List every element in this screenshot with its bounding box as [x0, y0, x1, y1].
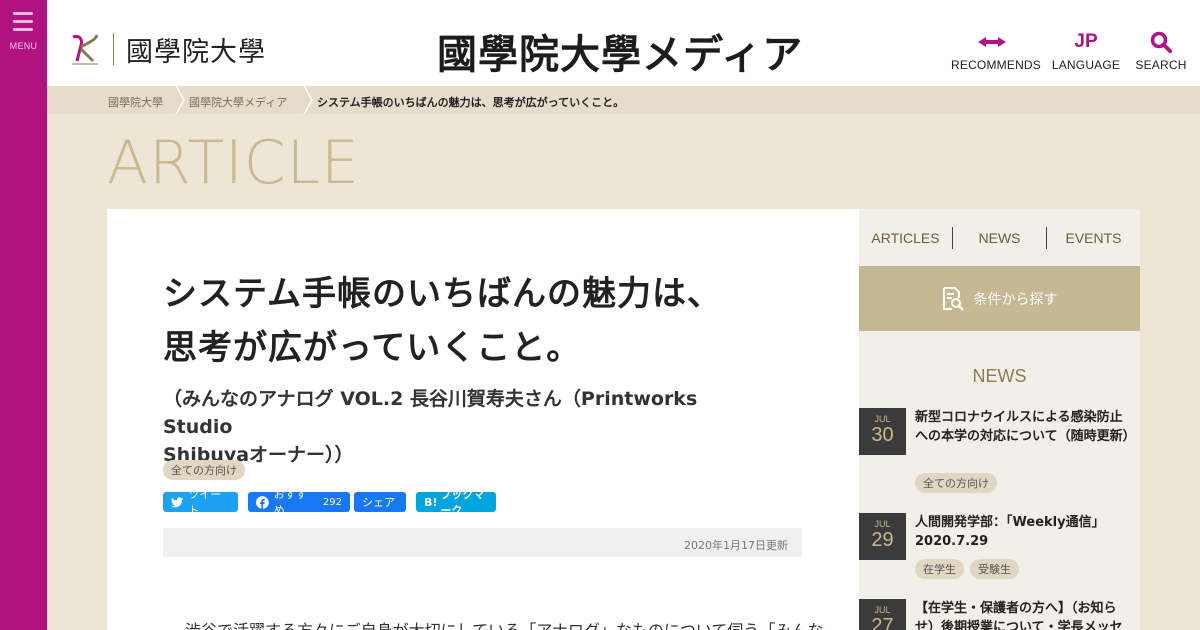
document-search-icon: [942, 286, 964, 311]
news-heading: NEWS: [972, 366, 1027, 386]
news-text: 【在学生・保護者の方へ】（お知らせ）後期授業について・学長メッセージ: [915, 601, 1123, 630]
article-card: システム手帳のいちばんの魅力は、 思考が広がっていくこと。 （みんなのアナログ …: [107, 209, 859, 630]
breadcrumb-current: システム手帳のいちばんの魅力は、思考が広がっていくこと。: [317, 96, 625, 109]
updated-date: 2020年1月17日更新: [163, 528, 802, 557]
news-tag[interactable]: 在学生: [915, 559, 964, 579]
news-tag[interactable]: 全ての方向け: [915, 473, 997, 493]
logo-mark-icon: [69, 31, 101, 67]
breadcrumb-separator-icon: [175, 86, 185, 114]
section-heading: ARTICLE: [107, 128, 360, 198]
article-title-line2: 思考が広がっていくこと。: [163, 328, 582, 368]
breadcrumb: 國學院大學 國學院大學メディア システム手帳のいちばんの魅力は、思考が広がってい…: [47, 86, 1200, 114]
sidebar: ARTICLES NEWS EVENTS 条件から探す NEWS JUL 30 …: [859, 209, 1140, 630]
language-button[interactable]: JP LANGUAGE: [1050, 30, 1122, 72]
share-buttons: ツイート おすすめ 292 シェア B! ブックマーク: [163, 488, 496, 517]
hatena-label: ブックマーク: [440, 488, 485, 517]
article-subtitle-line1: （みんなのアナログ VOL.2 長谷川賀寿夫さん（Printworks Stud…: [163, 388, 698, 438]
recommends-button[interactable]: RECOMMENDS: [951, 30, 1042, 72]
search-icon: [1135, 30, 1187, 54]
news-date: JUL 29: [859, 513, 906, 560]
hamburger-icon: [13, 12, 33, 36]
tab-news[interactable]: NEWS: [953, 227, 1047, 249]
tab-articles[interactable]: ARTICLES: [859, 227, 953, 249]
news-date: JUL 30: [859, 408, 906, 455]
facebook-share-button[interactable]: シェア: [354, 492, 406, 512]
facebook-recommend-label: おすすめ: [273, 488, 307, 517]
article-title: システム手帳のいちばんの魅力は、 思考が広がっていくこと。: [163, 267, 803, 375]
news-text: 新型コロナウイルスによる感染防止への本学の対応について（随時更新）: [915, 410, 1136, 444]
article-title-line1: システム手帳のいちばんの魅力は、: [163, 274, 722, 314]
facebook-share-label: シェア: [362, 496, 395, 509]
tweet-label: ツイート: [188, 488, 222, 517]
site-title[interactable]: 國學院大學メディア: [437, 22, 803, 80]
news-day: 30: [871, 424, 894, 446]
menu-label: MENU: [9, 41, 38, 51]
breadcrumb-separator-icon: [303, 86, 313, 114]
facebook-count: 292: [322, 496, 342, 508]
news-month: JUL: [874, 414, 891, 424]
news-day: 29: [871, 529, 894, 551]
tab-events[interactable]: EVENTS: [1047, 227, 1140, 249]
article-subtitle: （みんなのアナログ VOL.2 長谷川賀寿夫さん（Printworks Stud…: [163, 385, 763, 469]
logo-text: 國學院大學: [126, 36, 266, 68]
news-text: 人間開発学部：「Weekly通信」2020.7.29: [915, 515, 1105, 549]
audience-tag[interactable]: 全ての方向け: [163, 460, 245, 480]
sidebar-tabs: ARTICLES NEWS EVENTS: [859, 227, 1140, 249]
twitter-icon: [171, 496, 184, 507]
news-day: 27: [871, 615, 894, 630]
article-body: 渋谷で活躍する方々にご自身が大切にしている「アナログ」なものについて伺う「みんな…: [185, 617, 825, 630]
recommends-label: RECOMMENDS: [951, 58, 1042, 72]
search-label: SEARCH: [1135, 58, 1187, 72]
side-rail: MENU: [0, 0, 47, 630]
header: 國學院大學 國學院大學メディア RECOMMENDS JP LANGUAGE S…: [47, 0, 1200, 86]
facebook-recommend-button[interactable]: おすすめ 292: [248, 488, 350, 517]
recommend-arrows-icon: [951, 30, 1033, 54]
search-button[interactable]: SEARCH: [1135, 30, 1187, 72]
breadcrumb-home[interactable]: 國學院大學: [108, 94, 163, 110]
language-label: LANGUAGE: [1051, 58, 1121, 72]
breadcrumb-media[interactable]: 國學院大學メディア: [189, 94, 287, 110]
news-date: JUL 27: [859, 599, 906, 630]
hatena-bookmark-button[interactable]: B! ブックマーク: [416, 488, 496, 517]
language-code: JP: [1074, 31, 1098, 52]
search-by-condition-label: 条件から探す: [973, 291, 1058, 308]
logo-divider: [113, 33, 114, 65]
news-month: JUL: [874, 605, 891, 615]
tweet-button[interactable]: ツイート: [163, 488, 238, 517]
news-month: JUL: [874, 519, 891, 529]
facebook-icon: [256, 495, 269, 509]
news-tag[interactable]: 受験生: [970, 559, 1019, 579]
search-by-condition-button[interactable]: 条件から探す: [859, 266, 1140, 331]
menu-button[interactable]: MENU: [0, 6, 47, 56]
hatena-icon: B!: [424, 495, 438, 509]
university-logo[interactable]: 國學院大學: [69, 30, 266, 68]
